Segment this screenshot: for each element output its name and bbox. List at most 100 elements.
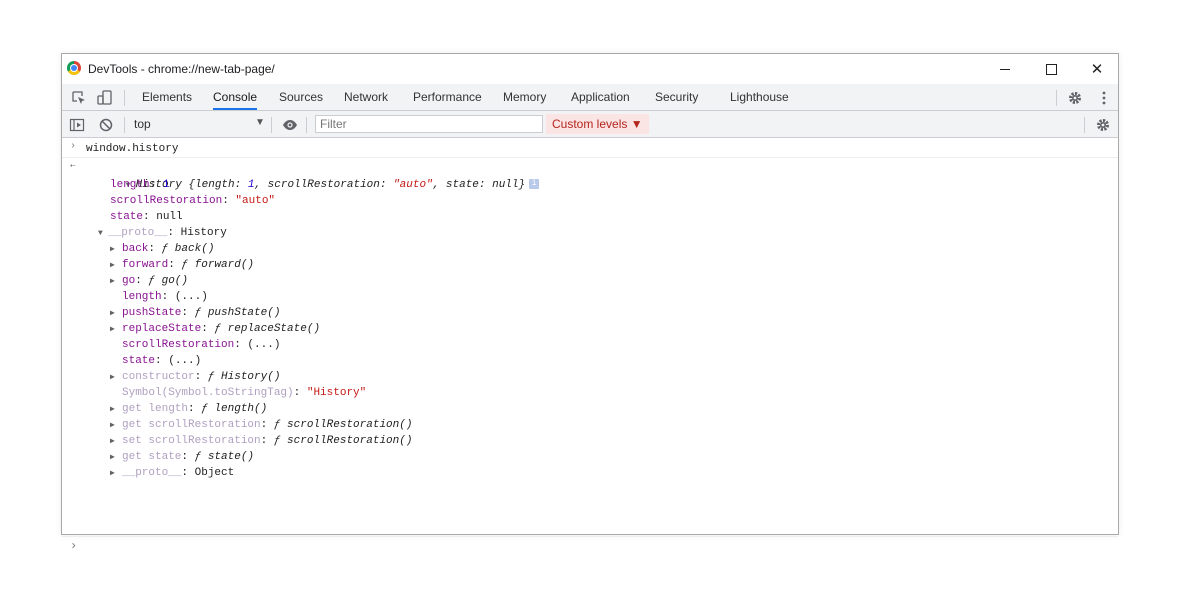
proto-item-key: pushState [122,307,182,319]
summary-text: {length: [188,179,248,191]
proto-item-value: (...) [247,339,281,351]
console-output: › window.history ⇠ ▼ History {length: 1, … [62,139,1118,553]
proto-item-value: (...) [174,291,208,303]
expand-triangle-icon[interactable]: ▶ [110,322,122,338]
proto-item-row[interactable]: ▶ get length: ƒ length() [110,401,267,417]
minimize-icon [1000,68,1010,70]
proto-item-key: Symbol(Symbol.toStringTag) [122,387,294,399]
proto-item-row[interactable]: ▶ go: ƒ go() [110,273,188,289]
proto-item-row[interactable]: ▶ pushState: ƒ pushState() [110,305,280,321]
clear-console-icon[interactable] [98,117,114,133]
panel-tabs-bar: Elements Console Sources Network Perform… [62,84,1118,111]
history-summary[interactable]: ▼ History {length: 1, scrollRestoration: … [86,161,540,191]
proto-item-row[interactable]: ▶ back: ƒ back() [110,241,214,257]
filter-input[interactable] [315,115,543,133]
expand-triangle-icon[interactable]: ▶ [110,466,122,482]
proto-item-key: replaceState [122,323,202,335]
inspect-element-icon[interactable] [71,90,87,106]
tab-lighthouse[interactable]: Lighthouse [730,84,789,110]
tab-network[interactable]: Network [344,84,388,110]
tab-elements[interactable]: Elements [142,84,192,110]
entry-divider [62,536,1118,537]
minimize-button[interactable] [982,54,1028,84]
context-dropdown-icon[interactable]: ▼ [255,117,265,128]
expand-triangle-icon[interactable]: ▶ [110,242,122,258]
show-sidebar-icon[interactable] [69,117,85,133]
proto-item-key: __proto__ [122,467,182,479]
summary-scroll-value: "auto" [393,179,433,191]
more-options-icon[interactable] [1096,90,1112,106]
proto-item-value: ƒ History() [207,371,281,383]
window-title: DevTools - chrome://new-tab-page/ [88,62,275,76]
toolbar-divider [124,90,125,106]
tab-performance[interactable]: Performance [413,84,482,110]
property-row: state: null [110,211,183,223]
expand-triangle-icon[interactable]: ▶ [110,434,122,450]
log-levels-dropdown[interactable]: Custom levels ▼ [546,114,649,134]
proto-item-row[interactable]: ▶ constructor: ƒ History() [110,369,280,385]
expand-triangle-icon[interactable]: ▼ [98,226,108,242]
summary-state-value: null [492,179,519,191]
expand-triangle-icon[interactable]: ▶ [110,274,122,290]
toolbar-divider [1084,117,1085,133]
info-badge-icon[interactable]: i [529,179,540,190]
proto-item-value: ƒ scrollRestoration() [273,435,413,447]
expand-triangle-icon[interactable]: ▶ [110,418,122,434]
proto-item-row[interactable]: ▶ get state: ƒ state() [110,449,254,465]
tab-sources[interactable]: Sources [279,84,323,110]
input-chevron-icon: › [70,141,77,152]
close-icon: ✕ [1090,61,1104,78]
proto-item-value: Object [194,467,235,479]
expand-triangle-icon[interactable]: ▶ [110,450,122,466]
summary-text: } [518,179,526,191]
expand-triangle-icon[interactable]: ▶ [110,402,122,418]
prompt-chevron-icon[interactable]: › [70,539,77,553]
settings-gear-icon[interactable] [1067,90,1083,106]
devtools-window: DevTools - chrome://new-tab-page/ ✕ Elem… [61,53,1120,553]
live-expression-eye-icon[interactable] [282,117,298,133]
expand-triangle-icon[interactable]: ▶ [110,306,122,322]
proto-item-value: "History" [306,387,367,399]
toolbar-divider [271,117,272,133]
proto-item-key: scrollRestoration [122,339,235,351]
chrome-logo-icon [67,61,81,75]
proto-item-value: ƒ replaceState() [214,323,321,335]
proto-item-key: get length [122,403,189,415]
proto-item-value: (...) [168,355,202,367]
maximize-icon [1045,63,1057,75]
proto-row[interactable]: ▼ __proto__: History [98,225,227,241]
console-settings-icon[interactable] [1095,117,1111,133]
proto-item-key: go [122,275,136,287]
tab-application[interactable]: Application [571,84,630,110]
console-filter-bar: top ▼ Custom levels ▼ [62,111,1118,138]
expand-triangle-icon[interactable]: ▶ [110,258,122,274]
maximize-button[interactable] [1028,54,1074,84]
summary-text: , state: [432,179,493,191]
proto-item-row[interactable]: ▶ get scrollRestoration: ƒ scrollRestorat… [110,417,412,433]
tab-memory[interactable]: Memory [503,84,546,110]
entry-divider [62,157,1118,158]
proto-item-row: length: (...) [122,291,208,303]
tab-security[interactable]: Security [655,84,698,110]
expand-triangle-icon[interactable]: ▶ [110,370,122,386]
proto-item-row[interactable]: ▶ __proto__: Object [110,465,234,481]
toolbar-divider [306,117,307,133]
proto-item-key: get scrollRestoration [122,419,261,431]
toolbar-divider [1056,90,1057,106]
device-toolbar-icon[interactable] [97,90,113,106]
proto-item-value: ƒ state() [194,451,255,463]
context-selector[interactable]: top [134,117,151,131]
proto-item-row[interactable]: ▶ set scrollRestoration: ƒ scrollRestorat… [110,433,412,449]
proto-item-value: ƒ go() [148,275,189,287]
summary-text: , scrollRestoration: [254,179,394,191]
proto-item-value: ƒ length() [201,403,268,415]
proto-item-row[interactable]: ▶ replaceState: ƒ replaceState() [110,321,320,337]
close-button[interactable]: ✕ [1074,54,1120,84]
property-row: length: 1 [110,179,170,191]
tab-console[interactable]: Console [213,84,258,110]
proto-item-key: get state [122,451,182,463]
proto-item-row[interactable]: ▶ forward: ƒ forward() [110,257,254,273]
proto-item-key: back [122,243,149,255]
property-row: scrollRestoration: "auto" [110,195,276,207]
proto-item-key: state [122,355,156,367]
